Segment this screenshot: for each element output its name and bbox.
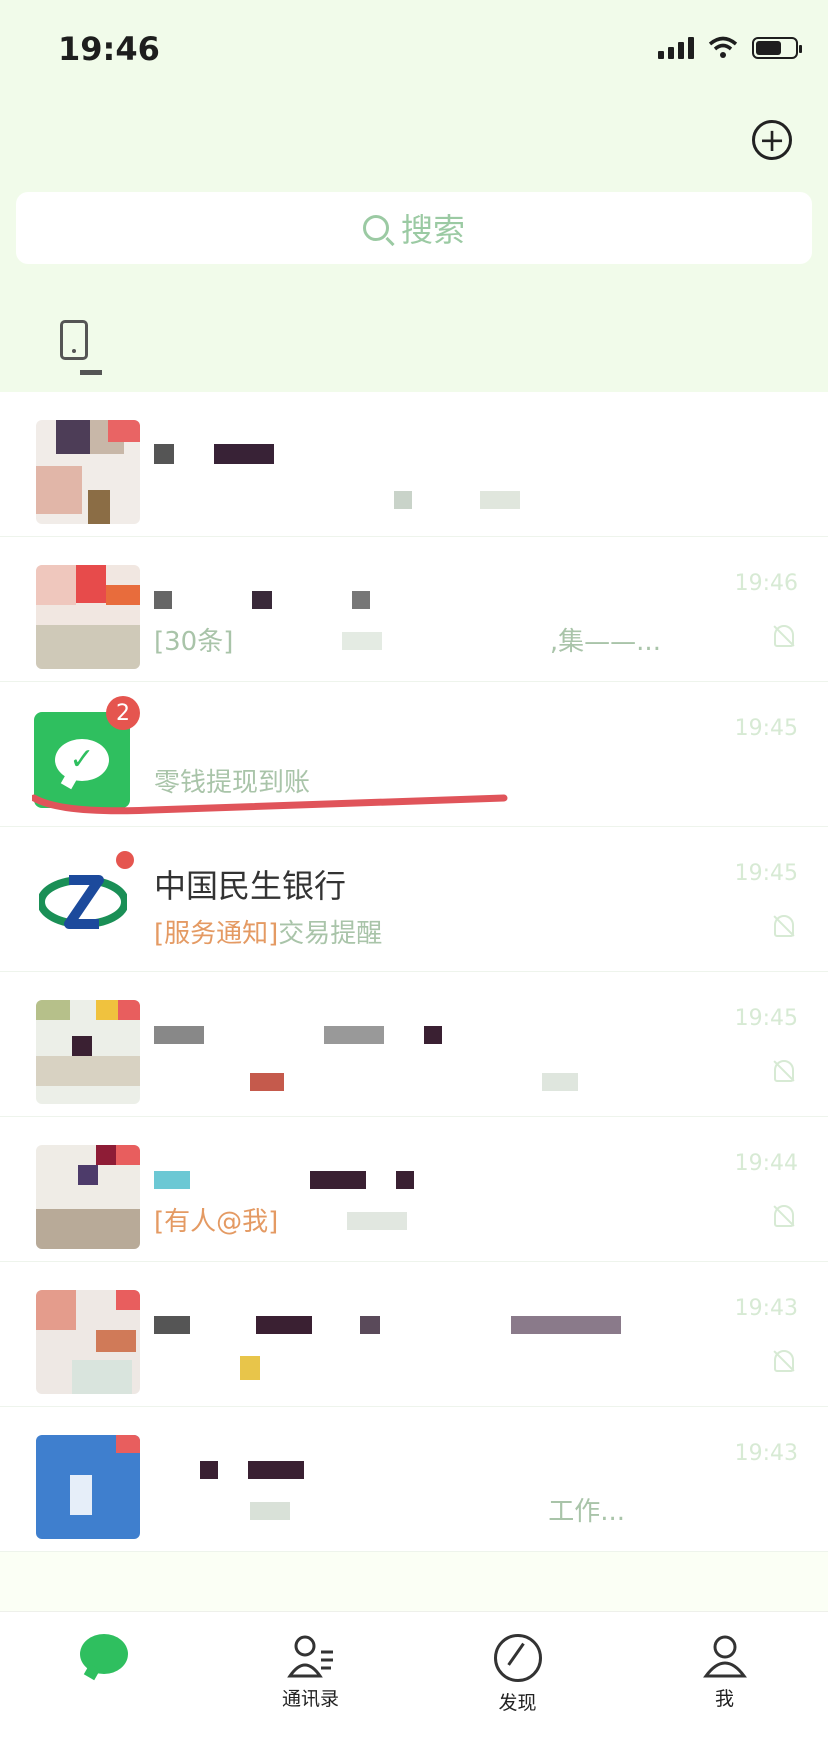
chat-time: 19:43: [734, 1441, 798, 1466]
avatar: [36, 565, 140, 669]
chat-time: 19:46: [734, 571, 798, 596]
chat-snippet-redacted: [154, 1356, 260, 1387]
tab-discover-label: 发现: [498, 1692, 537, 1714]
tab-contacts-label: 通讯录: [281, 1688, 339, 1710]
mute-bell-icon: [774, 1060, 794, 1082]
status-time: 19:46: [58, 30, 160, 68]
tab-me-label: 我: [714, 1688, 734, 1710]
avatar: [36, 1145, 140, 1249]
chat-time: 19:43: [734, 1296, 798, 1321]
chat-row[interactable]: 19:43: [0, 1262, 828, 1407]
chat-row[interactable]: [有人@我] 19:44: [0, 1117, 828, 1262]
chat-snippet-redacted: [154, 486, 521, 516]
chat-name-redacted: [154, 1449, 305, 1487]
add-button[interactable]: +: [752, 120, 792, 160]
mute-bell-icon: [774, 625, 794, 647]
chat-snippet: [有人@我]: [154, 1201, 407, 1238]
chat-name-redacted: [154, 1014, 443, 1052]
chats-header: + 搜索: [0, 100, 828, 400]
signal-icon: [658, 37, 694, 59]
battery-icon: [752, 37, 802, 59]
chat-snippet-redacted: [154, 1068, 579, 1098]
chat-row[interactable]: [0, 392, 828, 537]
mute-bell-icon: [774, 915, 794, 937]
chat-time: 19:45: [734, 861, 798, 886]
unread-badge: 2: [106, 696, 140, 730]
tab-chats[interactable]: [0, 1612, 207, 1762]
chat-name-redacted: [154, 579, 371, 617]
tab-discover[interactable]: 发现: [414, 1612, 621, 1762]
chat-row[interactable]: [30条] ,集——... 19:46: [0, 537, 828, 682]
chat-snippet: [30条] ,集——...: [154, 627, 661, 657]
compass-icon: [493, 1634, 542, 1682]
tablet-icon: [60, 320, 88, 360]
unread-dot: [116, 851, 134, 869]
bank-logo-icon: [36, 855, 130, 949]
chat-snippet: [服务通知]交易提醒: [154, 919, 383, 949]
chat-time: 19:45: [734, 1006, 798, 1031]
status-icons: [658, 36, 802, 60]
tab-bar: 通讯录 发现 我: [0, 1611, 828, 1762]
contacts-icon: [286, 1635, 333, 1678]
chat-name-redacted: [154, 434, 275, 472]
chat-row-wechat-pay[interactable]: ✓ 2 零钱提现到账 19:45: [0, 682, 828, 827]
avatar: [36, 420, 140, 524]
tab-me[interactable]: 我: [621, 1612, 828, 1762]
red-underline-annotation: [32, 794, 508, 815]
person-icon: [702, 1635, 747, 1678]
tab-contacts[interactable]: 通讯录: [207, 1612, 414, 1762]
status-bar: 19:46: [0, 0, 828, 100]
mute-bell-icon: [774, 1205, 794, 1227]
mute-bell-icon: [774, 1350, 794, 1372]
avatar: [36, 1000, 140, 1104]
device-login-row[interactable]: [60, 320, 102, 375]
search-placeholder: 搜索: [400, 211, 465, 249]
chat-time: 19:44: [734, 1151, 798, 1176]
chat-list: [30条] ,集——... 19:46 ✓ 2 零钱提现到账 19:45 中国民…: [0, 392, 828, 1552]
chat-name: 中国民生银行: [154, 867, 347, 905]
chat-bubble-icon: [79, 1634, 128, 1674]
wifi-icon: [708, 36, 738, 58]
chat-name-redacted: [154, 1159, 415, 1197]
chat-row-bank[interactable]: 中国民生银行 [服务通知]交易提醒 19:45: [0, 827, 828, 972]
chat-name-redacted: [154, 1304, 621, 1342]
chat-snippet: 工作...: [154, 1491, 625, 1528]
chat-time: 19:45: [734, 716, 798, 741]
search-icon: [362, 215, 389, 241]
avatar: [36, 1290, 140, 1394]
avatar: [36, 1435, 140, 1539]
chat-row[interactable]: 工作... 19:43: [0, 1407, 828, 1552]
search-bar[interactable]: 搜索: [16, 192, 812, 264]
chat-row[interactable]: 19:45: [0, 972, 828, 1117]
